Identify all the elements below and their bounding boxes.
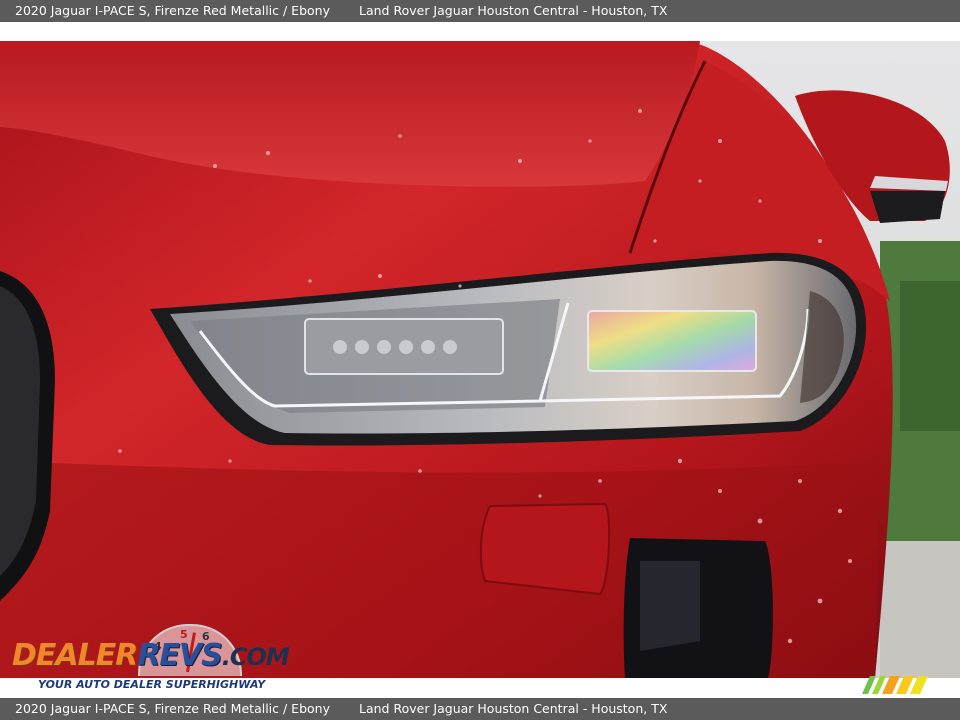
striped-logo-mark xyxy=(862,676,928,694)
caption-bar-bottom: 2020 Jaguar I-PACE S, Firenze Red Metall… xyxy=(0,698,960,720)
brand-part-com: .COM xyxy=(221,643,290,671)
brand-tagline: YOUR AUTO DEALER SUPERHIGHWAY xyxy=(38,678,266,691)
car-headlight-photo xyxy=(0,41,960,678)
caption-dealer: Land Rover Jaguar Houston Central - Hous… xyxy=(359,3,668,18)
caption-vehicle: 2020 Jaguar I-PACE S, Firenze Red Metall… xyxy=(15,3,330,18)
brand-wordmark: DEALERREVS.COM xyxy=(12,638,290,673)
dealerrevs-watermark: 4 5 6 DEALERREVS.COM YOUR AUTO DEALER SU… xyxy=(10,620,290,696)
brand-part-revs: REVS xyxy=(137,638,222,673)
white-gap-top xyxy=(0,22,960,41)
caption-vehicle: 2020 Jaguar I-PACE S, Firenze Red Metall… xyxy=(15,701,330,716)
brand-part-dealer: DEALER xyxy=(12,638,138,673)
caption-dealer: Land Rover Jaguar Houston Central - Hous… xyxy=(359,701,668,716)
caption-bar-top: 2020 Jaguar I-PACE S, Firenze Red Metall… xyxy=(0,0,960,22)
